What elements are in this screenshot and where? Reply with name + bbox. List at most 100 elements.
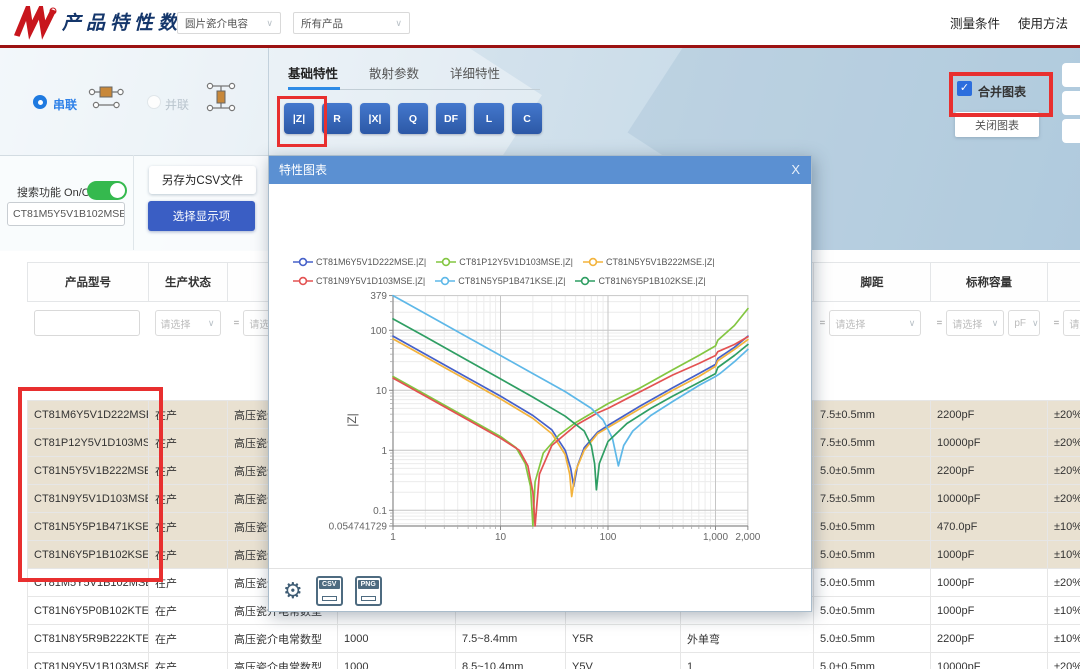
cell-pitch: 5.0±0.5mm — [814, 653, 931, 669]
edge-button-stub[interactable] — [1062, 119, 1080, 143]
column-header-9 — [1048, 263, 1080, 302]
edge-button-stub[interactable] — [1062, 63, 1080, 87]
cell-capacity: 10000pF — [931, 429, 1048, 457]
legend-label: CT81N5Y5P1B471KSE.|Z| — [458, 276, 565, 286]
header-link-0[interactable]: 测量条件 — [950, 13, 1000, 32]
file-icon-label: PNG — [358, 580, 379, 589]
param-button-5[interactable]: L — [474, 103, 504, 134]
merge-chart-checkbox[interactable]: ✓ — [957, 81, 972, 96]
select-columns-button[interactable]: 选择显示项 — [148, 201, 255, 231]
parallel-radio[interactable] — [147, 95, 161, 109]
category-select-value: 圆片瓷介电容 — [185, 16, 248, 31]
legend-item[interactable]: CT81N5Y5P1B471KSE.|Z| — [435, 276, 565, 286]
filter-cell: =请选择∨ — [1048, 302, 1080, 401]
cell-temp: Y5V — [566, 653, 681, 669]
legend-label: CT81N6Y5P1B102KSE.|Z| — [598, 276, 705, 286]
search-input[interactable]: CT81M5Y5V1B102MSE — [7, 202, 125, 226]
filter-cell: =请选择∨pF∨ — [931, 302, 1048, 401]
filter-select[interactable]: 请选择∨ — [155, 310, 221, 336]
cell-tolerance: ±20% — [1048, 485, 1080, 513]
cell-tolerance: ±10% — [1048, 625, 1080, 653]
chart-modal: 特性图表 X CT81M6Y5V1D222MSE.|Z| CT81P12Y5V1D… — [268, 155, 812, 612]
filter-select-value: 请选择 — [835, 316, 865, 331]
series-radio-label: 串联 — [53, 96, 77, 113]
model-filter-input[interactable] — [34, 310, 140, 336]
column-header-8: 标称容量 — [931, 263, 1048, 302]
filter-equals: = — [234, 318, 240, 329]
filter-select[interactable]: 请选择∨ — [829, 310, 921, 336]
close-chart-button[interactable]: 关闭图表 — [955, 112, 1039, 137]
svg-text:100: 100 — [600, 532, 617, 543]
cell-size: 8.5~10.4mm — [456, 653, 566, 669]
filter-select-value: 请选择 — [952, 316, 982, 331]
cell-voltage: 1000 — [338, 625, 456, 653]
tab-1[interactable]: 散射参数 — [369, 63, 419, 82]
svg-text:0.054741729: 0.054741729 — [329, 522, 388, 533]
legend-item[interactable]: CT81P12Y5V1D103MSE.|Z| — [436, 257, 573, 267]
filter-select[interactable]: 请选择∨ — [1063, 310, 1080, 336]
param-button-4[interactable]: DF — [436, 103, 466, 134]
legend-item[interactable]: CT81N9Y5V1D103MSE.|Z| — [293, 276, 425, 286]
legend-item[interactable]: CT81N6Y5P1B102KSE.|Z| — [575, 276, 705, 286]
cell-model: CT81N8Y5R9B222KTE — [28, 625, 149, 653]
svg-text:379: 379 — [370, 291, 387, 302]
filter-select[interactable]: 请选择∨ — [946, 310, 1004, 336]
filter-equals: = — [820, 318, 826, 329]
cell-pitch: 7.5±0.5mm — [814, 401, 931, 429]
screen: 产品特性数据库 圆片瓷介电容 ∨ 所有产品 ∨ 测量条件使用方法 串联 并联 — [0, 0, 1080, 669]
header-link-1[interactable]: 使用方法 — [1018, 13, 1068, 32]
cell-tolerance: ±10% — [1048, 597, 1080, 625]
parallel-circuit-icon — [202, 82, 240, 112]
search-toggle[interactable] — [87, 181, 127, 200]
cell-capacity: 2200pF — [931, 457, 1048, 485]
cell-capacity: 10000pF — [931, 485, 1048, 513]
table-row[interactable]: CT81N9Y5V1B103MSE在产高压瓷介电常数型10008.5~10.4m… — [28, 653, 1080, 669]
csv-export-icon[interactable]: CSV — [316, 576, 343, 606]
param-button-3[interactable]: Q — [398, 103, 428, 134]
svg-text:1: 1 — [381, 446, 387, 457]
cell-capacity: 1000pF — [931, 597, 1048, 625]
file-icon-label: CSV — [319, 580, 340, 589]
chevron-down-icon: ∨ — [1032, 318, 1039, 329]
cell-status: 在产 — [149, 513, 228, 541]
table-row[interactable]: CT81N8Y5R9B222KTE在产高压瓷介电常数型10007.5~8.4mm… — [28, 625, 1080, 653]
legend-label: CT81N5Y5V1B222MSE.|Z| — [606, 257, 715, 267]
legend-item[interactable]: CT81N5Y5V1B222MSE.|Z| — [583, 257, 715, 267]
chevron-down-icon: ∨ — [208, 318, 215, 329]
modal-title: 特性图表 — [269, 156, 811, 184]
active-tab-indicator — [288, 87, 340, 90]
cell-capacity: 1000pF — [931, 541, 1048, 569]
header-links: 测量条件使用方法 — [950, 0, 1068, 45]
modal-close-icon[interactable]: X — [791, 156, 800, 184]
cell-model: CT81N6Y5P0B102KTE — [28, 597, 149, 625]
product-scope-select[interactable]: 所有产品 ∨ — [293, 12, 410, 34]
param-button-1[interactable]: R — [322, 103, 352, 134]
column-header-7: 脚距 — [814, 263, 931, 302]
param-button-6[interactable]: C — [512, 103, 542, 134]
tab-2[interactable]: 详细特性 — [450, 63, 500, 82]
brand-logo-icon — [13, 6, 57, 40]
param-button-0[interactable]: |Z| — [284, 103, 314, 134]
param-button-2[interactable]: |X| — [360, 103, 390, 134]
category-select[interactable]: 圆片瓷介电容 ∨ — [177, 12, 281, 34]
legend-item[interactable]: CT81M6Y5V1D222MSE.|Z| — [293, 257, 426, 267]
cell-voltage: 1000 — [338, 653, 456, 669]
unit-filter-select[interactable]: pF∨ — [1008, 310, 1040, 336]
gear-icon[interactable]: ⚙ — [283, 580, 303, 602]
filter-cell — [28, 302, 149, 401]
png-export-icon[interactable]: PNG — [355, 576, 382, 606]
edge-button-stub[interactable] — [1062, 91, 1080, 115]
cell-status: 在产 — [149, 625, 228, 653]
series-radio[interactable] — [33, 95, 47, 109]
parameter-buttons: |Z| R |X| Q DF LC — [284, 103, 542, 134]
cell-temp: Y5R — [566, 625, 681, 653]
filter-cell: 请选择∨ — [149, 302, 228, 401]
cell-capacity: 1000pF — [931, 569, 1048, 597]
save-csv-button[interactable]: 另存为CSV文件 — [149, 166, 256, 194]
cell-model: CT81N9Y5V1D103MSE — [28, 485, 149, 513]
cell-status: 在产 — [149, 457, 228, 485]
column-header-1: 生产状态 — [149, 263, 228, 302]
cell-size: 7.5~8.4mm — [456, 625, 566, 653]
tab-0[interactable]: 基础特性 — [288, 63, 338, 82]
feature-tabs: 基础特性 散射参数 详细特性 — [288, 63, 500, 82]
